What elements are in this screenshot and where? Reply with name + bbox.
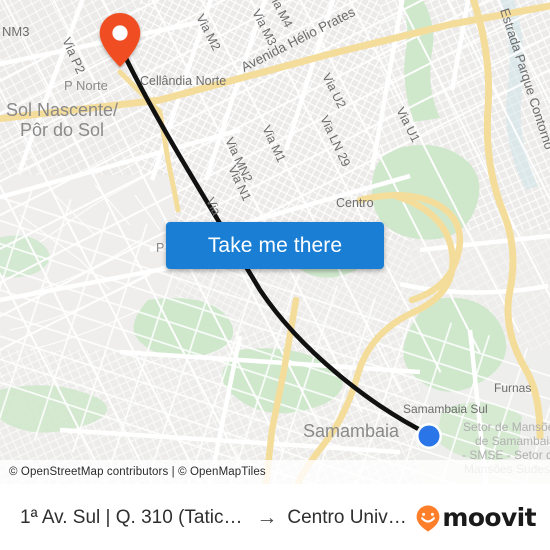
map-label: Furnas (494, 381, 531, 395)
map-label: Samambaia Sul (403, 402, 488, 416)
map-label: P Norte (64, 78, 108, 93)
map-label: Cellândia Norte (140, 74, 226, 88)
route-arrow-icon: → (256, 505, 278, 529)
map-label: de Samambaia (475, 434, 550, 448)
attribution-text: © OpenStreetMap contributors | © OpenMap… (9, 466, 266, 478)
route-footer: 1ª Av. Sul | Q. 310 (Tatico / One ... → … (0, 484, 550, 550)
destination-dot-icon[interactable] (416, 423, 442, 449)
map-label: Pôr do Sol (20, 120, 104, 140)
route-destination-label: Centro Universit... (287, 506, 407, 528)
moovit-logo[interactable]: moovit (415, 503, 537, 532)
map-label: P (156, 241, 164, 255)
map-label: Sol Nascente/ (6, 100, 118, 120)
map-attribution[interactable]: © OpenStreetMap contributors | © OpenMap… (0, 460, 550, 484)
take-me-there-label: Take me there (207, 233, 343, 257)
map-label: NM3 (2, 24, 29, 39)
moovit-pin-icon (416, 505, 440, 531)
map-label: Centro (336, 196, 374, 210)
map-label: Setor de Mansões (463, 420, 550, 434)
route-summary: 1ª Av. Sul | Q. 310 (Tatico / One ... → … (20, 506, 407, 530)
moovit-wordmark: moovit (442, 503, 536, 532)
route-origin-label: 1ª Av. Sul | Q. 310 (Tatico / One ... (20, 506, 246, 528)
take-me-there-button[interactable]: Take me there (166, 222, 384, 269)
moovit-route-preview: NM3 Via P2 P Norte Sol Nascente/Pôr do Sol C… (0, 0, 550, 550)
map-label: Samambaia (303, 421, 400, 441)
